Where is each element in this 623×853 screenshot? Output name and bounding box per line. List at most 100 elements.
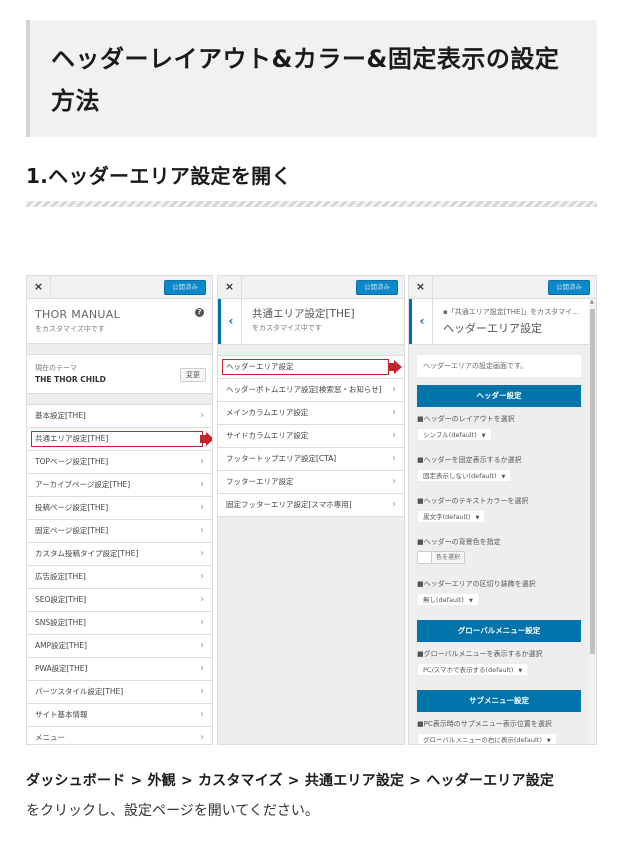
field-control: PC/スマホで表示する(default) ▼: [409, 659, 589, 676]
field-select[interactable]: 黒文字(default) ▼: [417, 510, 486, 523]
chevron-right-icon: ›: [200, 502, 204, 513]
close-icon[interactable]: ×: [218, 276, 242, 298]
field-label: ■ヘッダーのテキストカラーを選択: [417, 497, 529, 505]
select-value: グローバルメニューの右に表示(default): [423, 736, 542, 744]
scrollbar[interactable]: ▲: [589, 299, 596, 744]
menu-item[interactable]: AMP設定[THE] ›: [27, 635, 212, 658]
menu-item[interactable]: SEO設定[THE] ›: [27, 589, 212, 612]
menu-item-label: フッターエリア設定: [226, 477, 294, 486]
field-control: シンプル(default) ▼: [409, 424, 589, 441]
chevron-right-icon: ›: [392, 430, 396, 441]
scrollbar-thumb[interactable]: [590, 309, 595, 654]
dropdown-caret-icon: ▼: [468, 598, 473, 604]
color-picker-button[interactable]: 色を選択: [417, 551, 466, 564]
menu-item[interactable]: ヘッダーボトムエリア設定[検索窓・お知らせ] ›: [218, 379, 404, 402]
close-icon[interactable]: ×: [409, 276, 433, 298]
menu-item[interactable]: 投稿ページ設定[THE] ›: [27, 497, 212, 520]
menu-item[interactable]: フッターエリア設定 ›: [218, 471, 404, 494]
dropdown-caret-icon: ▼: [518, 668, 523, 674]
site-title: THOR MANUAL: [35, 308, 121, 321]
publish-button[interactable]: 公開済み: [356, 280, 398, 295]
field-select[interactable]: シンプル(default) ▼: [417, 428, 492, 441]
menu-item-label: 基本設定[THE]: [35, 411, 86, 420]
chevron-right-icon: ›: [392, 384, 396, 395]
chevron-right-icon: ›: [200, 548, 204, 559]
breadcrumb: ▪「共通エリア設定[THE]」をカスタマイ...: [443, 308, 579, 316]
menu-item-label: カスタム投稿タイプ設定[THE]: [35, 549, 139, 558]
highlight-box: [31, 431, 203, 447]
color-picker-label: 色を選択: [436, 554, 461, 561]
menu-item-label: 広告設定[THE]: [35, 572, 86, 581]
instruction-text: をクリックし、設定ページを開いてください。: [26, 803, 319, 819]
menu-item-label: メニュー: [35, 733, 65, 742]
section-subtitle: をカスタマイズ中です: [252, 324, 322, 332]
field-select[interactable]: 固定表示しない(default) ▼: [417, 469, 512, 482]
close-icon[interactable]: ×: [27, 276, 51, 298]
chevron-right-icon: ›: [200, 479, 204, 490]
menu-item[interactable]: 共通エリア設定[THE]: [27, 428, 212, 451]
menu-item[interactable]: サイト基本情報 ›: [27, 704, 212, 727]
menu-item-label: フッタートップエリア設定[CTA]: [226, 454, 337, 463]
current-theme-box: 現在のテーマ THE THOR CHILD 変更: [27, 354, 212, 394]
menu-item[interactable]: アーカイブページ設定[THE] ›: [27, 474, 212, 497]
publish-button[interactable]: 公開済み: [548, 280, 590, 295]
back-chevron-icon[interactable]: ‹: [218, 299, 242, 344]
menu-item[interactable]: メニュー ›: [27, 727, 212, 744]
menu-item-label: PWA設定[THE]: [35, 664, 88, 673]
scroll-up-icon[interactable]: ▲: [590, 299, 594, 305]
field-control: 無し(default) ▼: [409, 589, 589, 606]
menu-item[interactable]: メインカラムエリア設定 ›: [218, 402, 404, 425]
field-label: ■ヘッダーエリアの区切り装飾を選択: [417, 580, 536, 588]
chevron-right-icon: ›: [200, 709, 204, 720]
menu-item-label: TOPページ設定[THE]: [35, 457, 109, 466]
menu-item[interactable]: 固定ページ設定[THE] ›: [27, 520, 212, 543]
menu-item[interactable]: SNS設定[THE] ›: [27, 612, 212, 635]
field-control: 黒文字(default) ▼: [409, 506, 589, 523]
instruction-path: ダッシュボード > 外観 > カスタマイズ > 共通エリア設定 > ヘッダーエリ…: [26, 773, 555, 789]
menu-item[interactable]: フッタートップエリア設定[CTA] ›: [218, 448, 404, 471]
select-value: シンプル(default): [423, 431, 477, 439]
chevron-right-icon: ›: [392, 476, 396, 487]
field-label: ■ヘッダーの背景色を指定: [417, 538, 501, 546]
menu-item-label: SNS設定[THE]: [35, 618, 86, 627]
select-value: 無し(default): [423, 596, 464, 604]
menu-item[interactable]: カスタム投稿タイプ設定[THE] ›: [27, 543, 212, 566]
menu-item[interactable]: パーツスタイル設定[THE] ›: [27, 681, 212, 704]
publish-button[interactable]: 公開済み: [164, 280, 206, 295]
dropdown-caret-icon: ▼: [481, 433, 486, 439]
field-select[interactable]: グローバルメニューの右に表示(default) ▼: [417, 733, 557, 744]
customizer-screenshot-header-area: × 公開済み ‹ ▪「共通エリア設定[THE]」をカスタマイ... ヘッダーエリ…: [408, 275, 597, 745]
section-header: ‹ 共通エリア設定[THE] をカスタマイズ中です: [218, 299, 404, 345]
menu-item[interactable]: サイドカラムエリア設定 ›: [218, 425, 404, 448]
field-control: 色を選択: [409, 547, 589, 565]
customizer-screenshot-common-area: × 公開済み ‹ 共通エリア設定[THE] をカスタマイズ中です ヘッダーエリア…: [217, 275, 405, 745]
field-select[interactable]: PC/スマホで表示する(default) ▼: [417, 663, 529, 676]
menu-item[interactable]: PWA設定[THE] ›: [27, 658, 212, 681]
customizer-topbar: × 公開済み: [218, 276, 404, 299]
back-chevron-icon[interactable]: ‹: [409, 299, 433, 344]
chevron-right-icon: ›: [200, 617, 204, 628]
theme-label: 現在のテーマ: [35, 364, 77, 372]
theme-name: THE THOR CHILD: [35, 375, 106, 384]
menu-item-label: 固定ページ設定[THE]: [35, 526, 109, 535]
chevron-right-icon: ›: [392, 407, 396, 418]
section-description: ヘッダーエリアの設定画面です。: [417, 355, 581, 377]
menu-item[interactable]: 広告設定[THE] ›: [27, 566, 212, 589]
change-theme-button[interactable]: 変更: [180, 368, 206, 382]
section-bar: ヘッダー設定: [417, 385, 581, 407]
section-header: ‹ ▪「共通エリア設定[THE]」をカスタマイ... ヘッダーエリア設定: [409, 299, 589, 345]
field-select[interactable]: 無し(default) ▼: [417, 593, 479, 606]
help-icon[interactable]: ?: [195, 308, 204, 317]
chevron-right-icon: ›: [392, 453, 396, 464]
select-value: 黒文字(default): [423, 513, 471, 521]
menu-item[interactable]: 基本設定[THE] ›: [27, 405, 212, 428]
customizer-topbar: × 公開済み: [27, 276, 212, 299]
chevron-right-icon: ›: [200, 410, 204, 421]
menu-item[interactable]: 固定フッターエリア設定[スマホ専用] ›: [218, 494, 404, 517]
menu-item-label: 固定フッターエリア設定[スマホ専用]: [226, 500, 352, 509]
chevron-right-icon: ›: [200, 525, 204, 536]
menu-item[interactable]: ヘッダーエリア設定: [218, 356, 404, 379]
striped-divider: [26, 201, 597, 207]
chevron-right-icon: ›: [200, 594, 204, 605]
menu-item[interactable]: TOPページ設定[THE] ›: [27, 451, 212, 474]
